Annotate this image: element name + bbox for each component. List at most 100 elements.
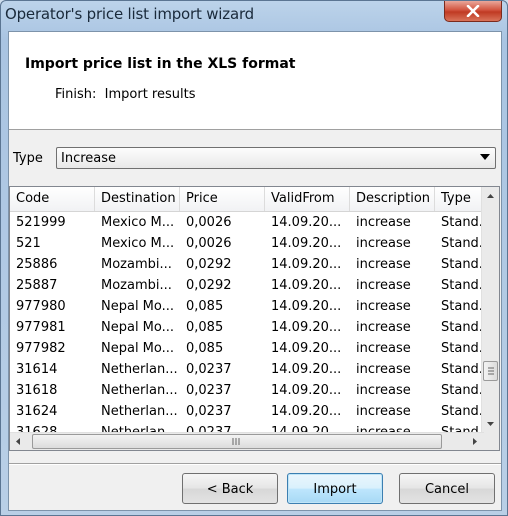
table-cell: Stand... (441, 278, 484, 293)
table-cell: Netherlan... (101, 383, 178, 398)
table-cell: Mozambi... (101, 257, 172, 272)
table-cell: Mozambi... (101, 278, 172, 293)
table-cell: 0,0026 (186, 236, 232, 251)
table-cell: 14.09.20... (271, 404, 342, 419)
table-cell: 0,085 (186, 341, 224, 356)
table-cell: 0,0026 (186, 215, 232, 230)
table-cell: Stand... (441, 215, 484, 230)
vertical-scroll-thumb[interactable] (483, 361, 498, 381)
table-row[interactable]: 25887 Mozambi... 0,0292 14.09.20... increase… (10, 275, 484, 296)
page-subtitle: Finish: Import results (55, 87, 196, 102)
column-header-type[interactable]: Type (435, 187, 484, 211)
table-cell: Netherlan... (101, 404, 178, 419)
table-cell: 0,0237 (186, 362, 232, 377)
table-cell: Stand... (441, 236, 484, 251)
type-dropdown-value: Increase (61, 151, 117, 166)
table-cell: 14.09.20... (271, 257, 342, 272)
table-cell: 31624 (16, 404, 58, 419)
table-cell: increase (356, 257, 411, 272)
price-list-grid[interactable]: Code Destination Price ValidFrom Description… (9, 186, 500, 451)
table-cell: 0,085 (186, 299, 224, 314)
table-cell: increase (356, 341, 411, 356)
table-cell: Stand... (441, 341, 484, 356)
table-cell: increase (356, 278, 411, 293)
grip-icon (232, 438, 240, 445)
table-row[interactable]: 521 Mexico M... 0,0026 14.09.20... increase S… (10, 233, 484, 254)
table-row[interactable]: 25886 Mozambi... 0,0292 14.09.20... increase… (10, 254, 484, 275)
table-cell: Stand... (441, 257, 484, 272)
close-icon (466, 5, 480, 17)
table-cell: Stand... (441, 404, 484, 419)
table-cell: 521999 (16, 215, 66, 230)
table-cell: Nepal Mo... (101, 320, 175, 335)
wizard-window: Operator's price list import wizard Impo… (0, 0, 508, 516)
horizontal-scrollbar[interactable] (10, 432, 484, 450)
table-row[interactable]: 977980 Nepal Mo... 0,085 14.09.20... increas… (10, 296, 484, 317)
table-row[interactable]: 31624 Netherlan... 0,0237 14.09.20... increa… (10, 401, 484, 422)
window-title: Operator's price list import wizard (5, 5, 254, 23)
table-cell: 14.09.20... (271, 236, 342, 251)
table-cell: 977981 (16, 320, 66, 335)
table-cell: Mexico M... (101, 215, 175, 230)
scrollbar-corner (482, 433, 499, 450)
table-cell: 14.09.20... (271, 320, 342, 335)
table-cell: 31614 (16, 362, 58, 377)
table-cell: Stand... (441, 299, 484, 314)
table-row[interactable]: 977981 Nepal Mo... 0,085 14.09.20... increas… (10, 317, 484, 338)
table-cell: 14.09.20... (271, 341, 342, 356)
table-cell: Mexico M... (101, 236, 175, 251)
scroll-up-icon[interactable] (482, 187, 499, 204)
table-cell: 14.09.20... (271, 278, 342, 293)
table-row[interactable]: 977982 Nepal Mo... 0,085 14.09.20... increas… (10, 338, 484, 359)
chevron-down-icon[interactable] (480, 154, 490, 160)
table-cell: 14.09.20... (271, 299, 342, 314)
scroll-left-icon[interactable] (10, 433, 27, 450)
column-header-description[interactable]: Description (350, 187, 435, 211)
column-header-validfrom[interactable]: ValidFrom (265, 187, 350, 211)
table-cell: 0,0237 (186, 383, 232, 398)
close-button[interactable] (444, 1, 502, 22)
table-cell: 977982 (16, 341, 66, 356)
table-cell: increase (356, 236, 411, 251)
back-button[interactable]: < Back (182, 473, 278, 504)
table-cell: 521 (16, 236, 41, 251)
page-title: Import price list in the XLS format (25, 56, 296, 72)
table-cell: 31618 (16, 383, 58, 398)
grid-rows: 521999 Mexico M... 0,0026 14.09.20... increa… (10, 212, 484, 443)
table-cell: Nepal Mo... (101, 299, 175, 314)
type-dropdown[interactable]: Increase (56, 147, 496, 169)
column-header-price[interactable]: Price (180, 187, 265, 211)
horizontal-scroll-thumb[interactable] (32, 434, 442, 449)
table-row[interactable]: 31614 Netherlan... 0,0237 14.09.20... increa… (10, 359, 484, 380)
table-cell: Stand... (441, 383, 484, 398)
scroll-right-icon[interactable] (466, 433, 483, 450)
table-cell: 0,085 (186, 320, 224, 335)
vertical-scrollbar[interactable] (481, 187, 499, 433)
table-cell: increase (356, 362, 411, 377)
import-button[interactable]: Import (287, 473, 383, 504)
table-cell: 25886 (16, 257, 58, 272)
table-cell: 14.09.20... (271, 215, 342, 230)
table-cell: increase (356, 215, 411, 230)
table-cell: 0,0292 (186, 257, 232, 272)
wizard-header: Import price list in the XLS format Fini… (9, 32, 501, 130)
type-label: Type (13, 151, 43, 166)
grip-icon (488, 367, 494, 375)
title-bar[interactable]: Operator's price list import wizard (1, 1, 507, 31)
table-cell: increase (356, 404, 411, 419)
table-cell: increase (356, 383, 411, 398)
scroll-down-icon[interactable] (482, 416, 499, 433)
table-row[interactable]: 31618 Netherlan... 0,0237 14.09.20... increa… (10, 380, 484, 401)
table-cell: Nepal Mo... (101, 341, 175, 356)
wizard-client-area: Import price list in the XLS format Fini… (8, 31, 502, 511)
table-cell: Stand... (441, 362, 484, 377)
cancel-button[interactable]: Cancel (399, 473, 495, 504)
table-cell: 14.09.20... (271, 383, 342, 398)
table-cell: 0,0292 (186, 278, 232, 293)
grid-header: Code Destination Price ValidFrom Description… (10, 187, 484, 212)
table-row[interactable]: 521999 Mexico M... 0,0026 14.09.20... increa… (10, 212, 484, 233)
column-header-code[interactable]: Code (10, 187, 95, 211)
column-header-destination[interactable]: Destination (95, 187, 180, 211)
table-cell: Stand... (441, 320, 484, 335)
table-cell: 25887 (16, 278, 58, 293)
